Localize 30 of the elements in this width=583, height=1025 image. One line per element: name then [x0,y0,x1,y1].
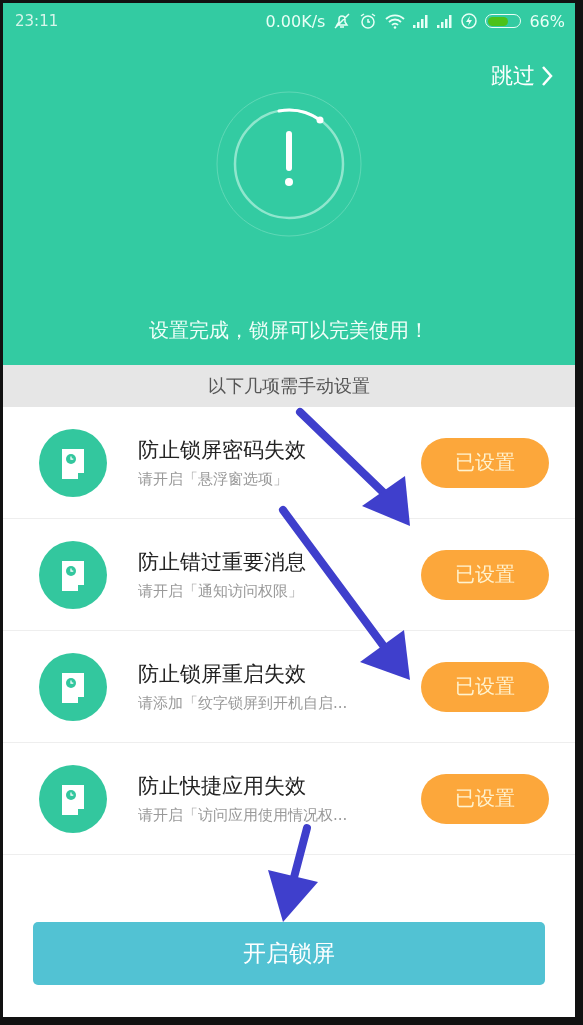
item-title: 防止错过重要消息 [138,549,307,576]
signal-icon [437,14,454,28]
note-clock-icon [39,540,107,609]
item-title: 防止快捷应用失效 [138,773,307,800]
completion-message: 设置完成，锁屏可以完美使用！ [148,317,430,344]
chevron-right-icon [541,65,553,87]
status-time: 23:11 [15,12,59,30]
note-clock-icon [39,428,107,497]
battery-percent: 66% [529,11,565,31]
item-subtitle: 请添加「纹字锁屏到开机自启... [138,694,349,713]
enable-lock-button[interactable]: 开启锁屏 [33,922,545,985]
done-button[interactable]: 已设置 [421,773,549,824]
signal-icon [413,14,430,28]
wifi-icon [385,13,406,29]
done-button[interactable]: 已设置 [421,437,549,488]
done-button[interactable]: 已设置 [421,661,549,712]
mute-icon [333,12,352,30]
alert-dial-icon [214,89,364,239]
net-speed: 0.00K/s [265,11,326,31]
item-title: 防止锁屏密码失效 [138,437,307,464]
done-button[interactable]: 已设置 [421,549,549,600]
alarm-icon [359,12,378,30]
skip-button[interactable]: 跳过 [491,61,553,91]
item-subtitle: 请开启「访问应用使用情况权... [138,806,349,825]
note-clock-icon [39,652,107,721]
item-subtitle: 请开启「通知访问权限」 [138,582,304,601]
section-title: 以下几项需手动设置 [3,365,575,407]
item-subtitle: 请开启「悬浮窗选项」 [138,470,289,489]
item-title: 防止锁屏重启失效 [138,661,307,688]
note-clock-icon [39,764,107,833]
